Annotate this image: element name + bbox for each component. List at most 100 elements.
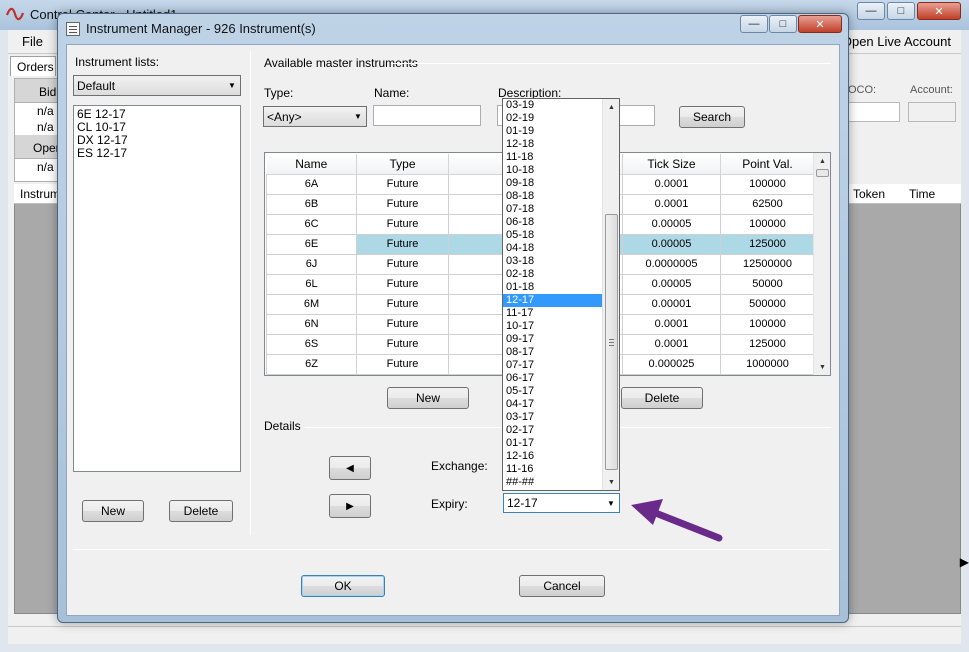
- main-maximize-button[interactable]: □: [887, 2, 915, 20]
- dropdown-option[interactable]: 07-17: [503, 359, 603, 372]
- dropdown-option[interactable]: 06-18: [503, 216, 603, 229]
- cell-tick-size: 0.00005: [622, 213, 721, 235]
- scroll-down-icon[interactable]: ▼: [814, 359, 830, 375]
- cell-name: 6A: [266, 173, 357, 195]
- ok-button[interactable]: OK: [301, 575, 385, 597]
- scroll-thumb[interactable]: [816, 169, 829, 177]
- expiry-value: 12-17: [507, 496, 538, 510]
- instrument-list-combo[interactable]: Default ▼: [73, 75, 241, 96]
- details-label: Details: [264, 419, 301, 433]
- col-tick-size[interactable]: Tick Size: [622, 154, 721, 175]
- dropdown-option[interactable]: 11-17: [503, 307, 603, 320]
- dropdown-option[interactable]: ##-##: [503, 476, 603, 489]
- dropdown-option[interactable]: 01-17: [503, 437, 603, 450]
- dropdown-option[interactable]: 12-16: [503, 450, 603, 463]
- cell-type: Future: [356, 273, 449, 295]
- cell-tick-size: 0.00005: [622, 233, 721, 255]
- dropdown-option[interactable]: 03-18: [503, 255, 603, 268]
- vertical-divider: [250, 51, 251, 535]
- status-bar: [8, 626, 961, 644]
- dropdown-option[interactable]: 11-18: [503, 151, 603, 164]
- oco-input[interactable]: [848, 102, 900, 122]
- list-new-button[interactable]: New: [82, 500, 144, 522]
- cancel-button[interactable]: Cancel: [519, 575, 605, 597]
- main-minimize-button[interactable]: —: [857, 2, 885, 20]
- instrument-lists-label: Instrument lists:: [75, 55, 160, 69]
- dropdown-option[interactable]: 02-17: [503, 424, 603, 437]
- dialog-minimize-button[interactable]: —: [740, 15, 768, 33]
- cell-name: 6J: [266, 253, 357, 275]
- dropdown-option[interactable]: 09-17: [503, 333, 603, 346]
- thumb-grip: [609, 345, 614, 346]
- dropdown-option[interactable]: 01-18: [503, 281, 603, 294]
- cell-tick-size: 0.0001: [622, 313, 721, 335]
- table-scrollbar[interactable]: ▲ ▼: [813, 153, 830, 375]
- dropdown-option[interactable]: 05-18: [503, 229, 603, 242]
- dropdown-option[interactable]: 12-17: [503, 294, 603, 307]
- prev-button[interactable]: ◀: [329, 456, 371, 480]
- main-close-button[interactable]: ✕: [917, 2, 961, 20]
- cell-name: 6Z: [266, 353, 357, 375]
- col-instrument[interactable]: Instrum: [20, 187, 60, 201]
- account-input[interactable]: [908, 102, 956, 122]
- cell-point-value: 100000: [720, 313, 815, 335]
- col-time[interactable]: Time: [909, 187, 935, 201]
- dropdown-option[interactable]: 03-19: [503, 99, 603, 112]
- cell-type: Future: [356, 173, 449, 195]
- scroll-up-icon[interactable]: ▲: [603, 99, 619, 115]
- dropdown-option[interactable]: 04-17: [503, 398, 603, 411]
- cell-type: Future: [356, 233, 449, 255]
- dropdown-option[interactable]: 07-18: [503, 203, 603, 216]
- expiry-combo[interactable]: 12-17 ▼: [503, 493, 620, 513]
- next-button[interactable]: ▶: [329, 494, 371, 518]
- col-point-value[interactable]: Point Val.: [720, 154, 815, 175]
- col-name[interactable]: Name: [266, 154, 357, 175]
- expiry-dropdown-list[interactable]: 03-19 02-19 01-19 12-18 11-18 10-18 09-18 08-18…: [502, 98, 620, 491]
- dialog-maximize-button[interactable]: □: [769, 15, 797, 33]
- dropdown-option[interactable]: 10-18: [503, 164, 603, 177]
- col-type[interactable]: Type: [356, 154, 449, 175]
- instrument-list-box[interactable]: 6E 12-17 CL 10-17 DX 12-17 ES 12-17: [73, 105, 241, 472]
- cell-name: 6N: [266, 313, 357, 335]
- scroll-down-icon[interactable]: ▼: [603, 474, 619, 490]
- dropdown-option[interactable]: 09-18: [503, 177, 603, 190]
- instrument-new-button[interactable]: New: [387, 387, 469, 409]
- dropdown-option[interactable]: 11-16: [503, 463, 603, 476]
- open-live-account-link[interactable]: Open Live Account: [842, 34, 951, 49]
- cell-point-value: 125000: [720, 333, 815, 355]
- dropdown-option[interactable]: 04-18: [503, 242, 603, 255]
- cell-tick-size: 0.000025: [622, 353, 721, 375]
- col-token[interactable]: Token: [853, 187, 885, 201]
- list-delete-button[interactable]: Delete: [169, 500, 233, 522]
- oco-label: OCO:: [848, 84, 877, 96]
- dropdown-option[interactable]: 06-17: [503, 372, 603, 385]
- menu-file[interactable]: File: [22, 34, 43, 49]
- dropdown-option[interactable]: 02-18: [503, 268, 603, 281]
- name-input[interactable]: [373, 105, 481, 126]
- type-combo[interactable]: <Any> ▼: [263, 106, 367, 127]
- dropdown-option[interactable]: 08-17: [503, 346, 603, 359]
- scroll-right-icon[interactable]: ▶: [960, 555, 969, 569]
- arrow-left-icon: ◀: [346, 462, 354, 474]
- list-item[interactable]: ES 12-17: [77, 147, 237, 160]
- dropdown-option[interactable]: 02-19: [503, 112, 603, 125]
- cell-tick-size: 0.0001: [622, 333, 721, 355]
- dropdown-option[interactable]: 12-18: [503, 138, 603, 151]
- cell-tick-size: 0.0001: [622, 193, 721, 215]
- cell-point-value: 100000: [720, 173, 815, 195]
- dropdown-option[interactable]: 10-17: [503, 320, 603, 333]
- dialog-close-button[interactable]: ✕: [798, 15, 842, 33]
- dropdown-option[interactable]: 03-17: [503, 411, 603, 424]
- chevron-down-icon: ▼: [354, 112, 362, 121]
- app-logo-icon: [6, 7, 24, 21]
- dropdown-option[interactable]: 05-17: [503, 385, 603, 398]
- search-button[interactable]: Search: [679, 106, 745, 128]
- tab-orders[interactable]: Orders: [10, 56, 56, 76]
- dropdown-option[interactable]: 08-18: [503, 190, 603, 203]
- dropdown-scrollbar[interactable]: ▲ ▼: [602, 99, 619, 490]
- scroll-up-icon[interactable]: ▲: [814, 153, 830, 169]
- cell-type: Future: [356, 313, 449, 335]
- scroll-thumb[interactable]: [605, 214, 618, 470]
- instrument-delete-button[interactable]: Delete: [621, 387, 703, 409]
- dropdown-option[interactable]: 01-19: [503, 125, 603, 138]
